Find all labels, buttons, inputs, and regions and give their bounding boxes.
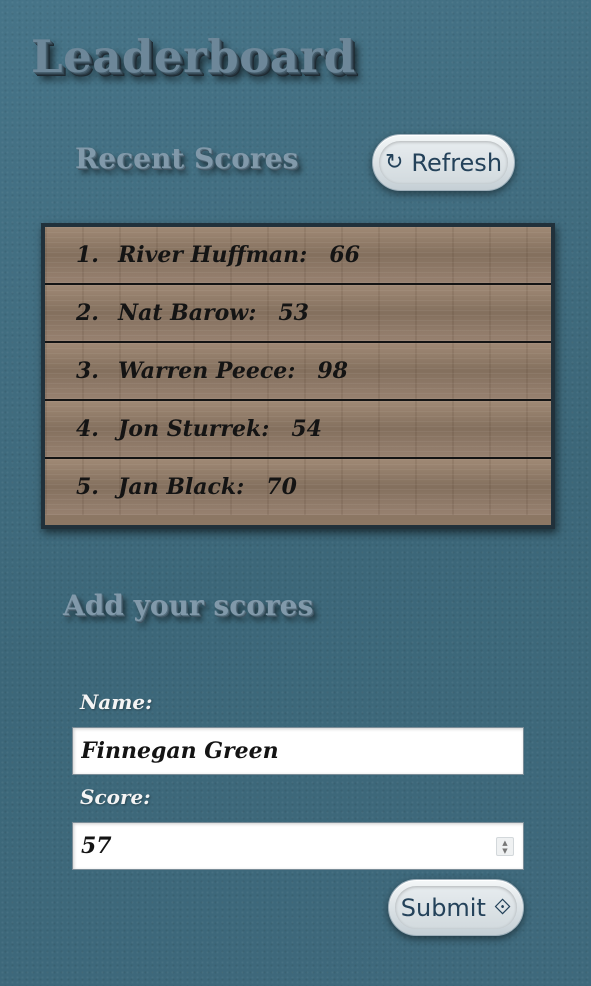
leaderboard-rank: 2. xyxy=(76,300,99,326)
leaderboard-score: 70 xyxy=(266,474,297,500)
leaderboard-row: 5. Jan Black: 70 xyxy=(45,459,551,515)
refresh-button-label: Refresh xyxy=(411,148,503,177)
page-title: Leaderboard xyxy=(31,30,356,83)
submit-icon: ⟐ xyxy=(493,894,512,920)
leaderboard-row: 1. River Huffman: 66 xyxy=(45,227,551,285)
name-input[interactable] xyxy=(72,727,524,775)
refresh-button[interactable]: ↻ Refresh xyxy=(372,134,515,191)
score-label: Score: xyxy=(80,785,151,809)
leaderboard-player-name: Jan Black: xyxy=(118,474,245,500)
leaderboard-entry: 2. Nat Barow: 53 xyxy=(45,300,309,326)
refresh-button-face: ↻ Refresh xyxy=(379,141,508,184)
score-stepper[interactable]: ▲ ▼ xyxy=(496,837,514,856)
leaderboard-row: 4. Jon Sturrek: 54 xyxy=(45,401,551,459)
chevron-down-icon[interactable]: ▼ xyxy=(502,847,507,855)
submit-button[interactable]: Submit ⟐ xyxy=(388,879,524,936)
name-label: Name: xyxy=(80,690,153,714)
leaderboard-row: 3. Warren Peece: 98 xyxy=(45,343,551,401)
leaderboard-rank: 3. xyxy=(76,358,99,384)
leaderboard-list: 1. River Huffman: 66 2. Nat Barow: 53 3. Warr… xyxy=(41,223,555,529)
refresh-icon: ↻ xyxy=(384,149,404,175)
leaderboard-score: 54 xyxy=(291,416,322,442)
leaderboard-player-name: River Huffman: xyxy=(118,242,308,268)
add-scores-heading: Add your scores xyxy=(63,589,314,622)
leaderboard-entry: 1. River Huffman: 66 xyxy=(45,242,360,268)
submit-button-face: Submit ⟐ xyxy=(395,886,517,929)
chevron-up-icon[interactable]: ▲ xyxy=(502,839,507,847)
leaderboard-row: 2. Nat Barow: 53 xyxy=(45,285,551,343)
leaderboard-rank: 5. xyxy=(76,474,99,500)
leaderboard-entry: 5. Jan Black: 70 xyxy=(45,474,297,500)
leaderboard-score: 98 xyxy=(317,358,348,384)
submit-button-label: Submit xyxy=(400,893,486,922)
leaderboard-score: 53 xyxy=(278,300,309,326)
recent-scores-heading: Recent Scores xyxy=(75,142,299,175)
leaderboard-entry: 3. Warren Peece: 98 xyxy=(45,358,348,384)
leaderboard-rank: 4. xyxy=(76,416,99,442)
leaderboard-player-name: Warren Peece: xyxy=(118,358,296,384)
score-input[interactable] xyxy=(72,822,524,870)
leaderboard-rank: 1. xyxy=(76,242,99,268)
leaderboard-player-name: Jon Sturrek: xyxy=(118,416,270,442)
leaderboard-score: 66 xyxy=(329,242,360,268)
leaderboard-player-name: Nat Barow: xyxy=(118,300,257,326)
leaderboard-entry: 4. Jon Sturrek: 54 xyxy=(45,416,322,442)
